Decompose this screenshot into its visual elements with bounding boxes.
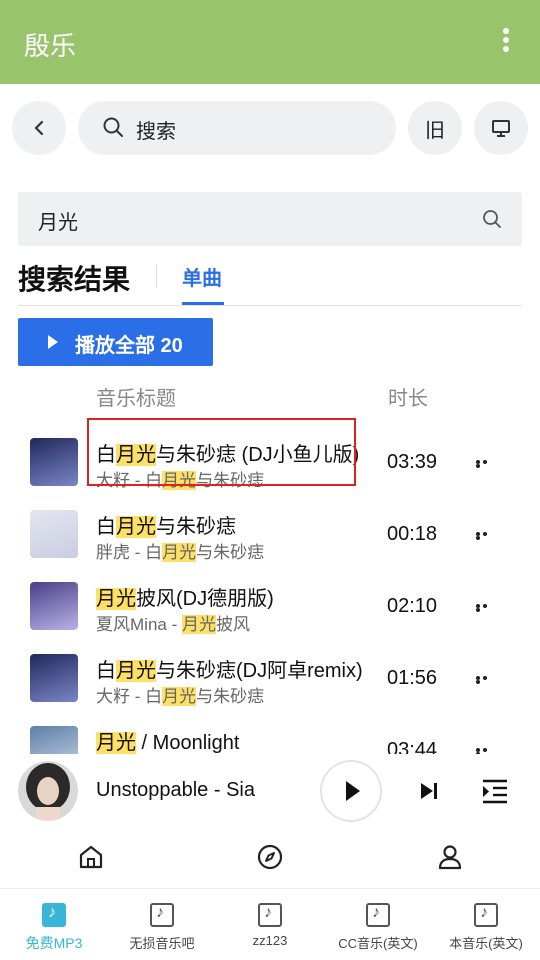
music-note-icon	[150, 903, 174, 927]
music-note-icon	[258, 903, 282, 927]
results-title: 搜索结果	[18, 264, 131, 295]
nav-ben-music[interactable]: 本音乐(英文)	[432, 889, 540, 960]
nav-cc-music[interactable]: CC音乐(英文)	[324, 889, 432, 960]
query-input[interactable]: 月光	[18, 192, 522, 246]
nav-label: CC音乐(英文)	[338, 936, 418, 951]
now-playing-avatar	[18, 761, 78, 821]
song-title: 白月光与朱砂痣(DJ阿卓remix)	[96, 660, 363, 682]
compass-icon[interactable]	[257, 844, 283, 875]
play-all-button[interactable]: 播放全部 20	[18, 318, 213, 366]
more-options-icon[interactable]	[476, 460, 496, 468]
query-value: 月光	[38, 212, 78, 234]
music-note-icon	[366, 903, 390, 927]
nav-label: zz123	[252, 933, 288, 948]
skip-next-icon[interactable]	[418, 780, 440, 802]
song-list: 白月光与朱砂痣 (DJ小鱼儿版) 大籽 - 白月光与朱砂痣 03:39 白月光与…	[0, 420, 540, 754]
nav-label: 免费MP3	[25, 935, 83, 951]
album-cover	[30, 654, 78, 702]
album-cover	[30, 438, 78, 486]
cast-button[interactable]	[474, 101, 528, 155]
tab-divider	[156, 264, 157, 288]
music-note-icon	[42, 903, 66, 927]
column-header-title: 音乐标题	[96, 388, 176, 410]
music-note-icon	[474, 903, 498, 927]
song-title: 白月光与朱砂痣	[96, 516, 236, 538]
tab-single[interactable]: 单曲	[182, 262, 222, 291]
search-bar[interactable]: 搜索	[78, 101, 396, 155]
more-menu-icon[interactable]	[502, 28, 510, 56]
playlist-icon[interactable]	[480, 776, 510, 806]
nav-label: 无损音乐吧	[129, 936, 195, 951]
more-options-icon[interactable]	[476, 604, 496, 612]
song-artist: 胖虎 - 白月光与朱砂痣	[96, 543, 265, 562]
monitor-icon	[492, 120, 510, 137]
bottom-nav: 免费MP3 无损音乐吧 zz123 CC音乐(英文) 本音乐(英文)	[0, 888, 540, 960]
song-row[interactable]: 月光披风(DJ德朋版) 夏风Mina - 月光披风 02:10	[0, 564, 540, 636]
user-icon[interactable]	[437, 844, 463, 875]
song-duration: 02:10	[387, 595, 438, 617]
nav-zz123[interactable]: zz123	[216, 889, 324, 960]
divider	[18, 305, 522, 306]
play-all-label: 播放全部 20	[75, 335, 183, 357]
album-cover	[30, 582, 78, 630]
song-title: 月光披风(DJ德朋版)	[96, 588, 274, 610]
app-bar: 殷乐	[0, 0, 540, 84]
play-icon	[346, 781, 360, 801]
song-artist: 夏风Mina - 月光披风	[96, 615, 250, 634]
more-options-icon[interactable]	[476, 748, 496, 754]
song-duration: 03:44	[387, 739, 438, 754]
song-row[interactable]: 白月光与朱砂痣 胖虎 - 白月光与朱砂痣 00:18	[0, 492, 540, 564]
section-tabs	[0, 828, 540, 888]
song-row[interactable]: 白月光与朱砂痣(DJ阿卓remix) 大籽 - 白月光与朱砂痣 01:56	[0, 636, 540, 708]
song-title: 白月光与朱砂痣 (DJ小鱼儿版)	[96, 444, 360, 466]
song-duration: 03:39	[387, 451, 438, 473]
search-label: 搜索	[136, 121, 176, 143]
column-header-duration: 时长	[388, 388, 428, 410]
app-title: 殷乐	[24, 31, 77, 61]
play-button[interactable]	[320, 760, 382, 822]
chevron-left-icon	[34, 120, 44, 136]
nav-free-mp3[interactable]: 免费MP3	[0, 889, 108, 960]
back-button[interactable]	[12, 101, 66, 155]
song-duration: 00:18	[387, 523, 438, 545]
mini-player[interactable]: Unstoppable - Sia	[0, 754, 540, 828]
nav-lossless[interactable]: 无损音乐吧	[108, 889, 216, 960]
more-options-icon[interactable]	[476, 532, 496, 540]
home-icon[interactable]	[78, 844, 104, 875]
song-row[interactable]: 白月光与朱砂痣 (DJ小鱼儿版) 大籽 - 白月光与朱砂痣 03:39	[0, 420, 540, 492]
album-cover	[30, 726, 78, 754]
song-title: 月光 / Moonlight	[96, 732, 240, 754]
song-row[interactable]: 月光 / Moonlight 03:44	[0, 708, 540, 754]
song-duration: 01:56	[387, 667, 438, 689]
song-artist: 大籽 - 白月光与朱砂痣	[96, 471, 265, 490]
old-label: 旧	[425, 119, 445, 142]
more-options-icon[interactable]	[476, 676, 496, 684]
search-icon[interactable]	[482, 209, 502, 229]
nav-label: 本音乐(英文)	[449, 936, 523, 951]
song-artist: 大籽 - 白月光与朱砂痣	[96, 687, 265, 706]
play-icon	[48, 335, 58, 349]
now-playing-title: Unstoppable - Sia	[96, 779, 255, 801]
album-cover	[30, 510, 78, 558]
old-version-button[interactable]: 旧	[408, 101, 462, 155]
search-icon	[103, 117, 123, 137]
